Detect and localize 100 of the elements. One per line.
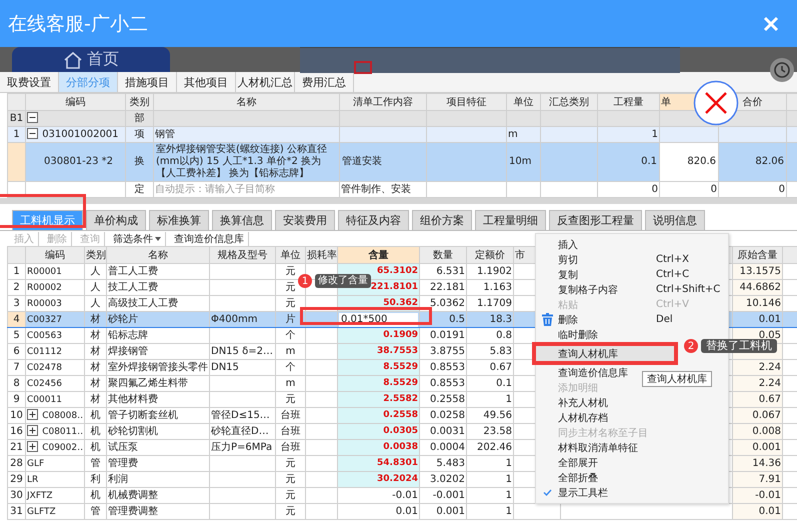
table-cell: 65.3102	[377, 266, 418, 276]
table-cell: 82.06	[755, 156, 784, 167]
tab[interactable]: 人材机汇总	[236, 72, 295, 92]
table-cell: 管理费调整	[108, 506, 158, 517]
expand-icon[interactable]	[27, 408, 38, 420]
table-cell: -0.01	[755, 490, 781, 501]
table-cell: 个	[286, 362, 296, 373]
tab[interactable]: 反查图形工程量	[549, 210, 642, 230]
menu-item[interactable]: 复制	[558, 268, 578, 282]
table-cell: 定	[134, 184, 144, 195]
table-cell: 0.001	[436, 506, 465, 517]
table-cell: m	[286, 378, 296, 389]
table-row[interactable]: 1 031001002001 项 钢管 m 1	[8, 126, 797, 142]
table-cell: 0.5	[449, 314, 465, 325]
tab[interactable]: 说明信息	[645, 210, 705, 230]
tab[interactable]: 安装费用	[275, 210, 335, 230]
row-number: 28	[10, 458, 23, 469]
menu-item[interactable]: 插入	[558, 238, 578, 252]
table-cell: 砂轮直径D…	[211, 426, 269, 437]
table-cell: 元	[286, 298, 296, 309]
column-header: 清单工作内容	[353, 96, 413, 108]
column-header: 项目特征	[446, 96, 486, 108]
table-cell: 0.05	[758, 330, 781, 341]
table-cell: 2.24	[758, 378, 781, 389]
table-cell: m	[508, 129, 518, 140]
row-number: 21	[10, 442, 23, 453]
menu-item[interactable]: 显示工具栏	[558, 486, 608, 500]
table-cell: 0.0305	[383, 426, 418, 436]
table-cell: 0.1909	[383, 330, 418, 340]
expand-icon[interactable]	[27, 424, 38, 436]
home-button[interactable]: 首页	[12, 47, 170, 72]
table-cell: 0.1	[496, 378, 512, 389]
tab[interactable]: 措施项目	[118, 72, 177, 92]
menu-item[interactable]: 人材机存档	[558, 410, 608, 424]
table-cell: 元	[286, 266, 296, 277]
table-cell: Φ400mm	[211, 314, 258, 325]
tab[interactable]: 组价方案	[412, 210, 472, 230]
row-number: 9	[13, 394, 20, 405]
menu-item[interactable]: 查询人材机库	[558, 346, 618, 360]
menu-item[interactable]: 复制格子内容	[558, 282, 618, 296]
menu-item[interactable]: 材料取消清单特征	[558, 440, 638, 454]
tab[interactable]: 其他项目	[177, 72, 236, 92]
table-cell: 5.83	[490, 346, 512, 357]
table-row[interactable]: 31 GLFTZ 管 管理费调整 元 0.01 0.001 1 0.01	[8, 504, 797, 520]
table-row[interactable]: B1 部	[8, 110, 797, 126]
tab[interactable]: 换算信息	[212, 210, 272, 230]
table-cell: 人	[90, 282, 100, 293]
table-cell: -0.01	[392, 490, 418, 501]
menu-item[interactable]: 删除	[558, 312, 578, 326]
tab[interactable]: 标准换算	[149, 210, 209, 230]
row-number: 2	[13, 282, 20, 293]
tab[interactable]: 单价构成	[86, 210, 146, 230]
tab[interactable]: 工程量明细	[475, 210, 546, 230]
table-cell: C08008…	[42, 410, 84, 420]
placeholder-text: 自动提示：请输入子目简称	[155, 184, 275, 195]
column-header: 规格及型号	[218, 250, 268, 260]
horizontal-scrollbar[interactable]	[0, 198, 797, 204]
table-cell: 管件制作、安装	[341, 184, 411, 195]
row-number: 1	[13, 129, 20, 140]
table-cell: 项	[134, 129, 144, 140]
row-number: 5	[13, 330, 20, 341]
table-cell: 44.6862	[740, 282, 781, 293]
table-cell: 0.2558	[430, 394, 465, 405]
menu-item[interactable]: 剪切	[558, 252, 578, 266]
row-number: 16	[10, 426, 23, 437]
column-header: 合价	[742, 96, 762, 108]
collapse-icon[interactable]	[27, 128, 38, 139]
column-header: 单	[661, 96, 671, 108]
table-cell: 管径D≤15…	[211, 410, 270, 421]
menu-item[interactable]: 全部展开	[558, 456, 598, 470]
menu-item[interactable]: 补充人材机	[558, 396, 608, 410]
table-cell: 3.0202	[430, 474, 465, 485]
column-header: 含量	[368, 250, 388, 260]
table-cell: 其他材料费	[108, 394, 158, 405]
window-title: 在线客服-广小二	[8, 12, 148, 36]
column-header: 市	[515, 250, 525, 260]
table-cell: 压力P=6MPa	[211, 442, 272, 453]
column-header: 汇总类别	[549, 96, 589, 108]
table-cell: 18.3	[490, 314, 512, 325]
tab[interactable]: 特征及内容	[338, 210, 409, 230]
expand-icon[interactable]	[27, 440, 38, 452]
menu-item[interactable]: 全部折叠	[558, 470, 598, 484]
column-header: 单位	[514, 96, 534, 108]
house-icon	[63, 50, 83, 68]
table-cell: 0.8553	[430, 362, 465, 373]
close-icon[interactable]	[693, 80, 739, 126]
column-header: 编码	[45, 250, 65, 260]
collapse-icon[interactable]	[27, 112, 38, 123]
table-cell: 人	[90, 298, 100, 309]
tab[interactable]: 费用汇总	[295, 72, 354, 92]
menu-item[interactable]: 临时删除	[558, 328, 598, 342]
table-cell: 元	[286, 490, 296, 501]
table-cell: 1.1902	[477, 266, 512, 277]
table-cell: 8.5529	[383, 362, 418, 372]
table-row[interactable]: 030801-23 *2 换 室外焊接钢管安装(螺纹连接) 公称直径(mm以内) 15 人工*1.3 单价*2 换为【人工费补差】 换为【铅标志牌】 管道安装 10m 0.1 820.6 82.06	[8, 142, 797, 182]
table-cell: 031001002001	[42, 129, 119, 140]
table-cell: C02478	[27, 362, 62, 372]
table-cell: 1.163	[483, 282, 512, 293]
table-cell: 0.0031	[430, 426, 465, 437]
number-badge: 1	[298, 274, 312, 288]
